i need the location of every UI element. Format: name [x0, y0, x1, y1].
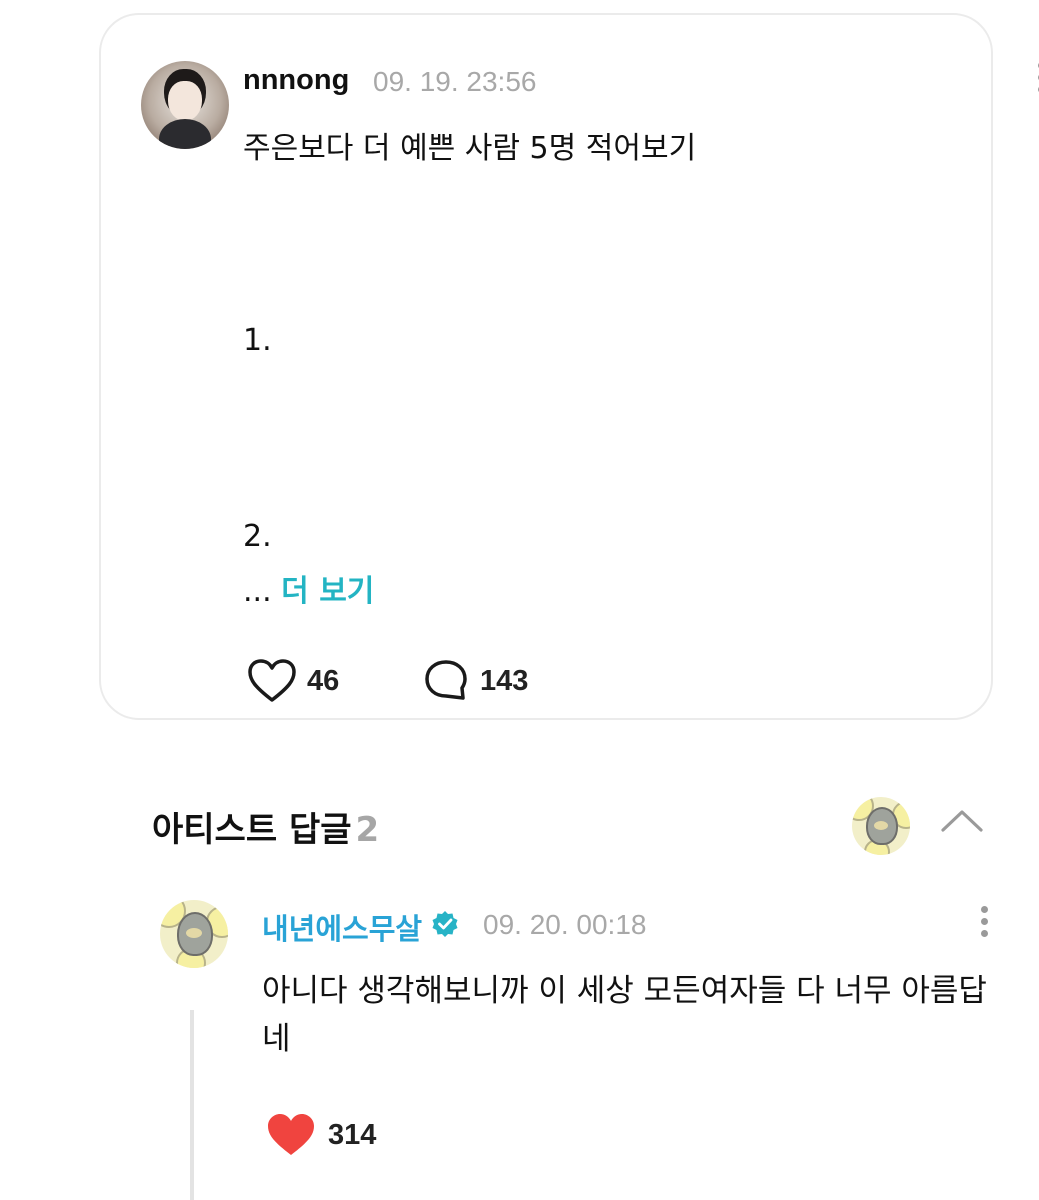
duck-beak: [186, 928, 202, 938]
post-author-avatar[interactable]: [141, 61, 229, 149]
artist-mini-avatar[interactable]: [852, 797, 910, 855]
chevron-up-icon[interactable]: [938, 806, 986, 836]
reply-timestamp: 09. 20. 00:18: [483, 909, 647, 940]
post-text-line: 주은보다 더 예쁜 사람 5명 적어보기: [243, 131, 697, 166]
post-username[interactable]: nnnong: [243, 64, 349, 97]
reply-menu-kebab-icon[interactable]: [974, 906, 994, 946]
reply-author-name[interactable]: 내년에스무살: [262, 906, 422, 948]
like-button[interactable]: 46: [247, 657, 339, 705]
page: nnnong 09. 19. 23:56 주은보다 더 예쁜 사람 5명 적어보…: [0, 0, 1039, 1200]
artist-avatar[interactable]: [160, 900, 228, 968]
like-count: 46: [307, 664, 340, 697]
thread-line: [190, 1010, 194, 1200]
post-truncation: ... 더 보기: [243, 566, 374, 610]
reply-text: 아니다 생각해보니까 이 세상 모든여자들 다 너무 아름답네: [262, 973, 987, 1057]
avatar-face: [168, 81, 202, 121]
verified-badge-icon: [432, 911, 458, 937]
heart-filled-icon: [268, 1114, 314, 1155]
post-text-line: 2.: [243, 519, 272, 554]
see-more-link[interactable]: 더 보기: [281, 574, 374, 609]
section-title-text: 아티스트 답글: [152, 810, 352, 850]
ellipsis: ...: [243, 574, 272, 609]
heart-outline-icon: [248, 659, 296, 702]
post-menu-kebab-icon[interactable]: [1031, 62, 1039, 102]
comment-button[interactable]: 143: [422, 657, 528, 705]
comment-count: 143: [480, 664, 529, 697]
post-card[interactable]: nnnong 09. 19. 23:56 주은보다 더 예쁜 사람 5명 적어보…: [99, 13, 1039, 720]
speech-bubble-icon: [425, 660, 467, 700]
reply-like-count: 314: [328, 1118, 377, 1151]
reply-like-button[interactable]: 314: [266, 1110, 376, 1160]
post-timestamp: 09. 19. 23:56: [373, 66, 537, 97]
artist-replies-heading: 아티스트 답글 2: [152, 802, 379, 851]
reply-count: 2: [355, 810, 380, 850]
duck-beak: [874, 821, 888, 830]
post-text-line: 1.: [243, 323, 272, 358]
avatar-body: [159, 119, 211, 149]
